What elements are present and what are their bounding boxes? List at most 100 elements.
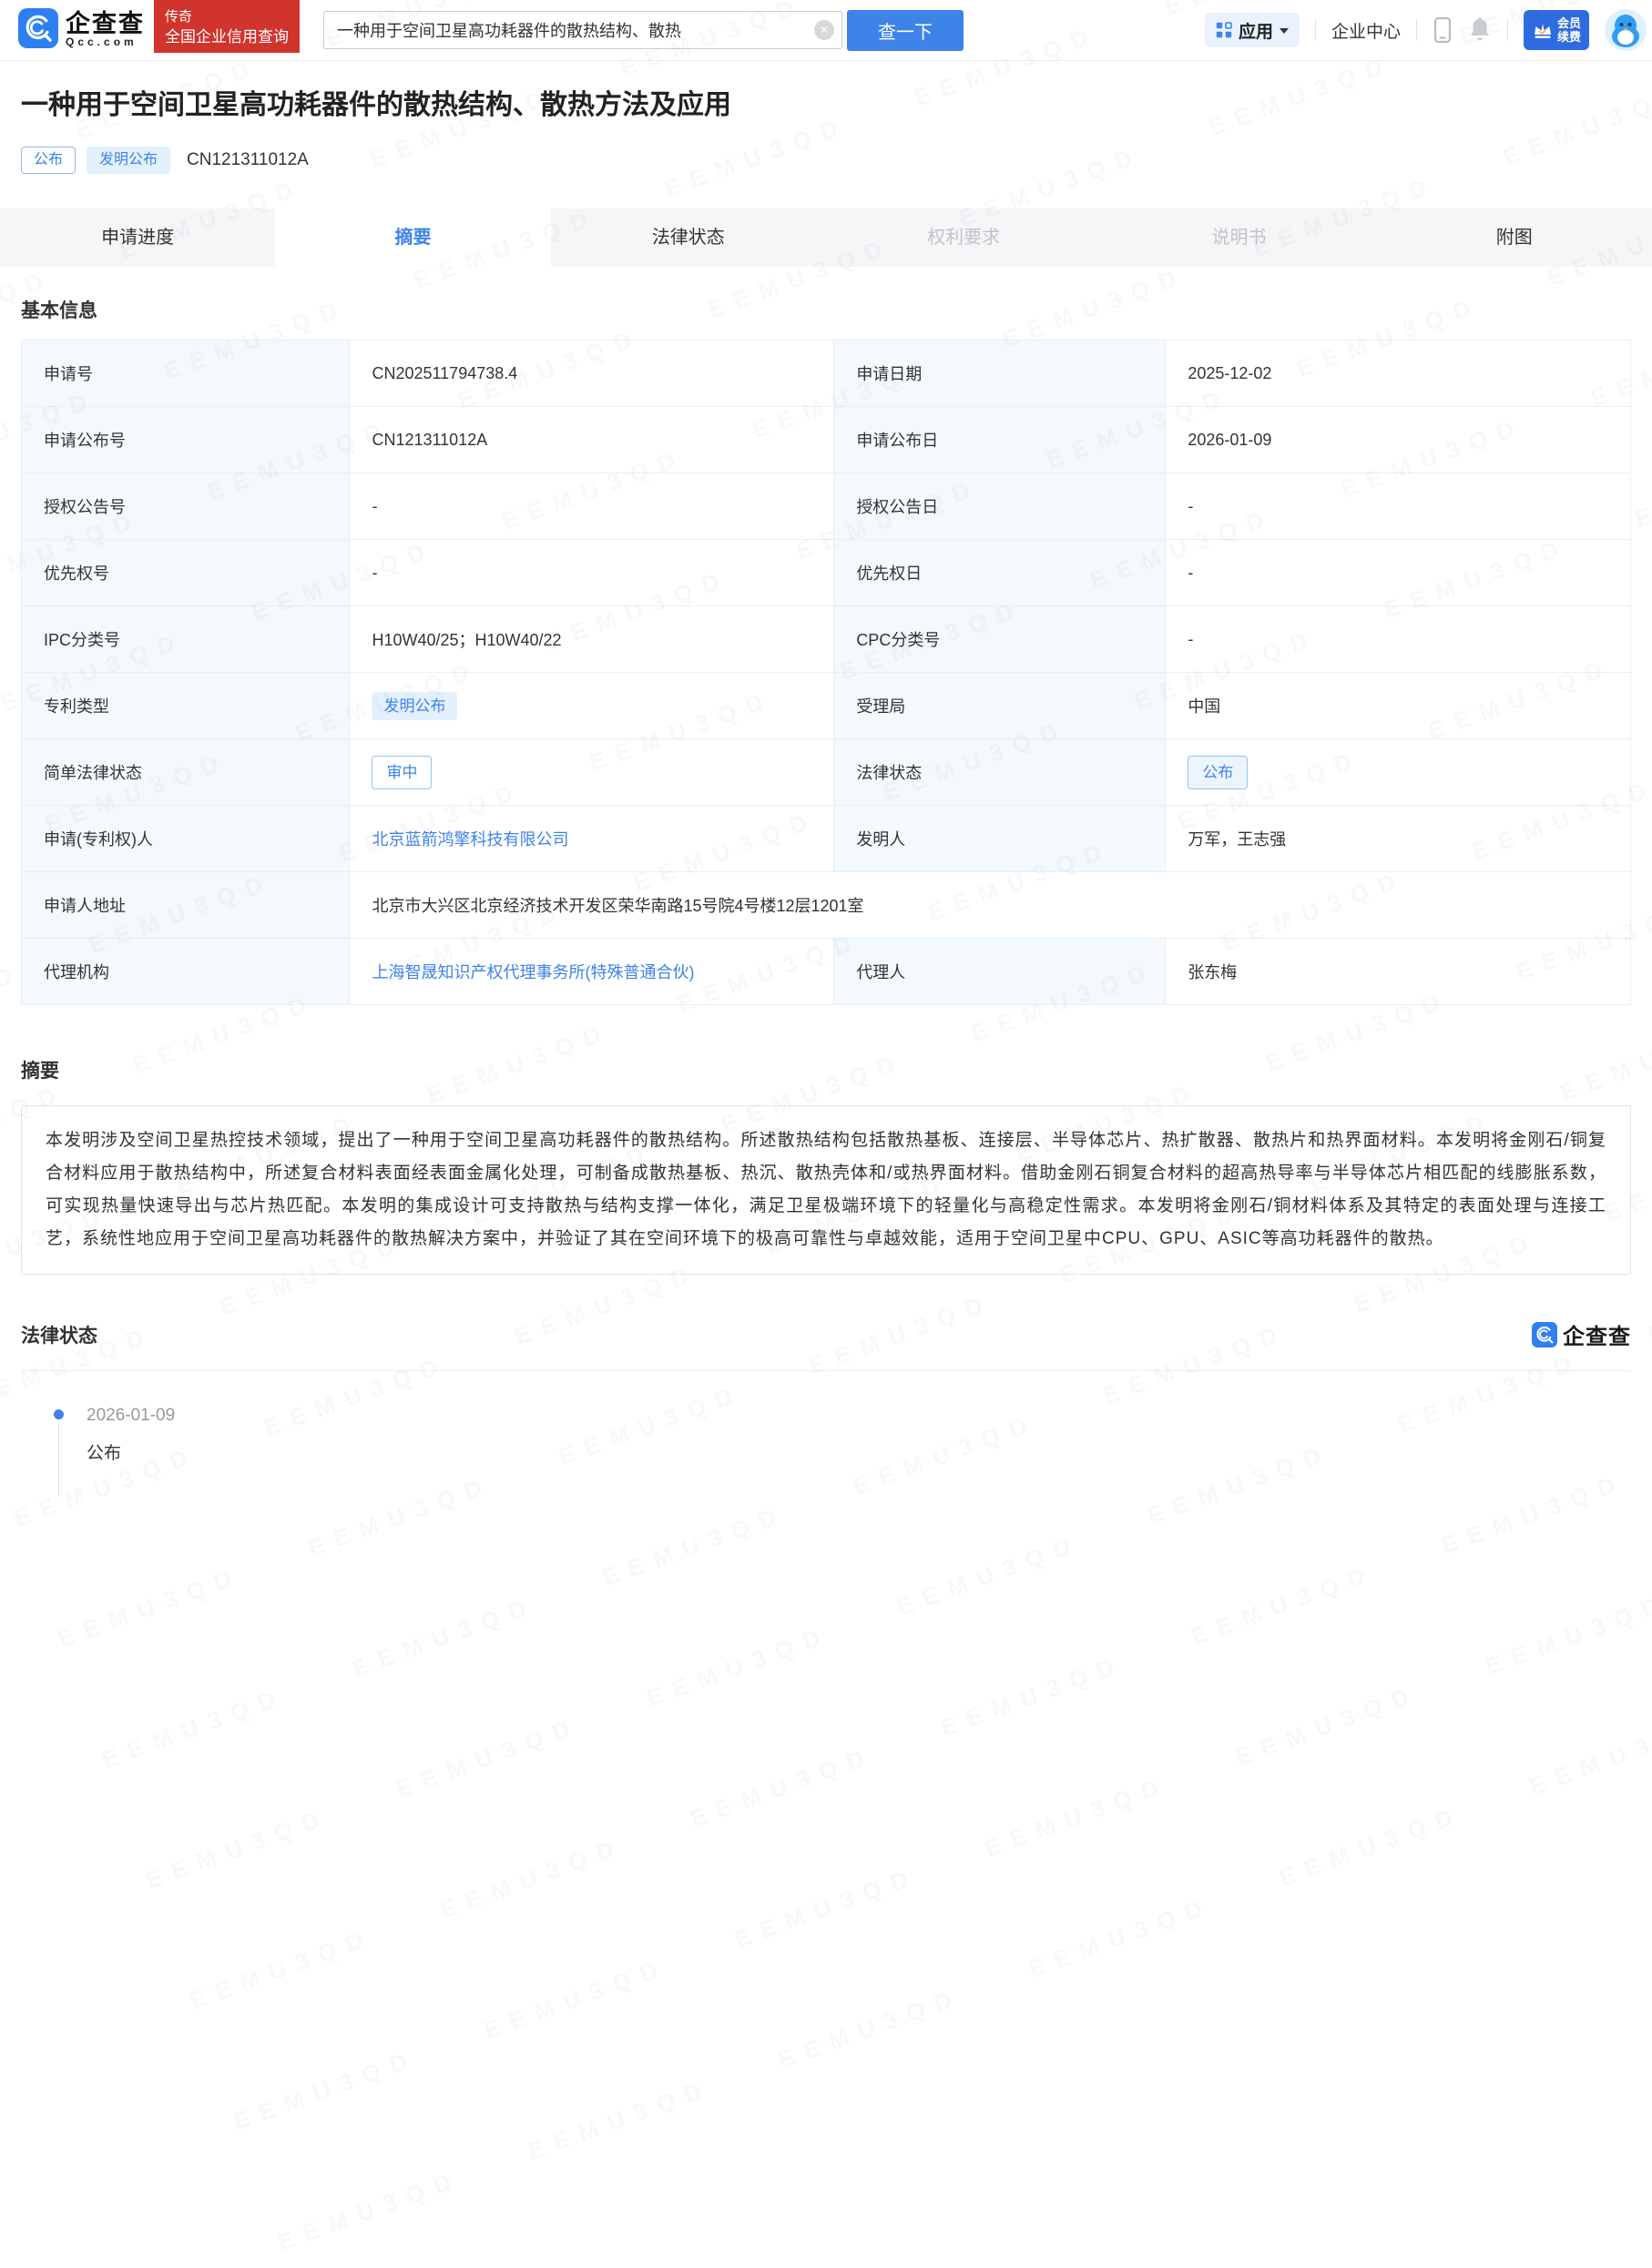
- tab-description[interactable]: 说明书: [1101, 208, 1377, 267]
- mobile-app-icon[interactable]: [1433, 16, 1453, 44]
- info-label: 授权公告日: [833, 473, 1167, 540]
- qcc-watermark-text: 企查查: [1563, 1325, 1631, 1349]
- tab-claims[interactable]: 权利要求: [825, 208, 1102, 267]
- notification-bell-icon[interactable]: [1468, 16, 1492, 44]
- tab-application-progress[interactable]: 申请进度: [0, 208, 276, 267]
- info-label: 申请(专利权)人: [20, 805, 351, 872]
- table-row: 申请号 CN202511794738.4 申请日期 2025-12-02: [20, 340, 1631, 407]
- info-value: 万军，王志强: [1165, 805, 1631, 872]
- page-content: 一种用于空间卫星高功耗器件的散热结构、散热方法及应用 公布 发明公布 CN121…: [0, 88, 1652, 1497]
- promo-line2: 全国企业信用查询: [165, 27, 289, 46]
- header-right-nav: 应用 企业中心 会员 续费: [1204, 9, 1652, 51]
- applicant-link[interactable]: 北京蓝箭鸿擎科技有限公司: [372, 830, 568, 849]
- info-value: H10W40/25；H10W40/22: [349, 605, 835, 673]
- divider: [1506, 19, 1508, 41]
- info-value: 中国: [1165, 672, 1631, 739]
- section-title-abstract: 摘要: [21, 1061, 59, 1082]
- table-row: 优先权号 - 优先权日 -: [20, 539, 1631, 606]
- search-button[interactable]: 查一下: [847, 9, 964, 51]
- info-label: 申请号: [20, 340, 351, 407]
- promo-line1: 传奇: [165, 8, 193, 25]
- info-value: 2026-01-09: [1165, 406, 1631, 473]
- info-value: 张东梅: [1165, 938, 1631, 1005]
- info-label: 优先权日: [833, 539, 1167, 606]
- info-value: 发明公布: [349, 672, 835, 739]
- vip-renew-button[interactable]: 会员 续费: [1523, 10, 1589, 50]
- info-value: 公布: [1165, 738, 1631, 806]
- search-input[interactable]: [323, 11, 842, 49]
- top-header: 企查查 Qcc.com 传奇 全国企业信用查询 ✕ 查一下 应用 企业中心: [0, 0, 1652, 61]
- info-value: CN121311012A: [349, 406, 835, 473]
- vip-label-line2: 续费: [1556, 30, 1581, 44]
- crown-icon: [1532, 19, 1554, 41]
- patent-type-tag: 发明公布: [372, 691, 458, 720]
- info-value: -: [1165, 473, 1631, 540]
- table-row: 授权公告号 - 授权公告日 -: [20, 473, 1631, 540]
- header-logo[interactable]: 企查查 Qcc.com: [18, 7, 145, 53]
- abstract-box: 本发明涉及空间卫星热控技术领域，提出了一种用于空间卫星高功耗器件的散热结构。所述…: [21, 1105, 1631, 1275]
- info-value: 2025-12-02: [1165, 340, 1631, 407]
- caret-down-icon: [1279, 28, 1289, 34]
- divider: [1314, 19, 1316, 41]
- info-value: -: [1165, 539, 1631, 606]
- info-label: 授权公告号: [20, 473, 351, 540]
- brand-domain: Qcc.com: [66, 36, 138, 48]
- tab-abstract[interactable]: 摘要: [275, 208, 551, 267]
- patent-title: 一种用于空间卫星高功耗器件的散热结构、散热方法及应用: [21, 90, 731, 120]
- table-row: 申请(专利权)人 北京蓝箭鸿擎科技有限公司 发明人 万军，王志强: [20, 805, 1631, 872]
- tab-legal-status[interactable]: 法律状态: [550, 208, 826, 267]
- table-row: 代理机构 上海智晟知识产权代理事务所(特殊普通合伙) 代理人 张东梅: [20, 938, 1631, 1005]
- apps-grid-icon: [1216, 22, 1232, 38]
- timeline-date: 2026-01-09: [87, 1406, 176, 1425]
- publication-number: CN121311012A: [187, 150, 309, 169]
- info-label: 专利类型: [20, 672, 351, 739]
- info-label: IPC分类号: [20, 605, 351, 673]
- info-value: CN202511794738.4: [349, 340, 835, 407]
- invention-publish-badge: 发明公布: [87, 147, 171, 174]
- enterprise-center-link[interactable]: 企业中心: [1331, 18, 1401, 43]
- info-value: 上海智晟知识产权代理事务所(特殊普通合伙): [349, 938, 835, 1005]
- info-label: 发明人: [833, 805, 1167, 872]
- abstract-text: 本发明涉及空间卫星热控技术领域，提出了一种用于空间卫星高功耗器件的散热结构。所述…: [46, 1131, 1606, 1248]
- table-row: IPC分类号 H10W40/25；H10W40/22 CPC分类号 -: [20, 605, 1631, 673]
- info-value: 北京市大兴区北京经济技术开发区荣华南路15号院4号楼12层1201室: [349, 871, 1631, 939]
- section-title-legal-status: 法律状态: [21, 1325, 97, 1347]
- info-label: 申请公布号: [20, 406, 351, 473]
- tab-figures[interactable]: 附图: [1376, 208, 1652, 267]
- apps-menu[interactable]: 应用: [1204, 13, 1300, 47]
- timeline-status: 公布: [87, 1444, 122, 1463]
- timeline-dot: [54, 1409, 64, 1419]
- divider: [1415, 19, 1417, 41]
- info-label: 受理局: [833, 672, 1167, 739]
- info-label: 简单法律状态: [20, 738, 351, 806]
- apps-label: 应用: [1238, 22, 1273, 42]
- legal-status-header: 法律状态 企查查: [21, 1318, 1631, 1350]
- info-value: -: [349, 473, 835, 540]
- table-row: 申请公布号 CN121311012A 申请公布日 2026-01-09: [20, 406, 1631, 473]
- publish-badge: 公布: [21, 147, 76, 174]
- qcc-logo-icon: [18, 7, 58, 53]
- info-label: 代理机构: [20, 938, 351, 1005]
- simple-legal-status-tag: 审中: [372, 755, 433, 789]
- info-label: 申请日期: [833, 340, 1167, 407]
- info-value: -: [1165, 605, 1631, 673]
- info-label: 优先权号: [20, 539, 351, 606]
- info-value: 审中: [349, 738, 835, 806]
- timeline-line: [58, 1424, 59, 1497]
- tab-bar: 申请进度 摘要 法律状态 权利要求 说明书 附图: [0, 208, 1652, 267]
- info-value: 北京蓝箭鸿擎科技有限公司: [349, 805, 835, 872]
- qcc-logo-icon: [1532, 1321, 1557, 1348]
- section-title-basic-info: 基本信息: [21, 300, 97, 321]
- qcc-watermark-logo: 企查查: [1532, 1318, 1631, 1350]
- brand-name: 企查查: [66, 10, 145, 37]
- legal-status-panel: 2026-01-09 公布: [21, 1370, 1631, 1497]
- search-box: ✕: [323, 11, 842, 49]
- legal-status-tag: 公布: [1188, 755, 1249, 789]
- clear-icon[interactable]: ✕: [814, 20, 834, 40]
- basic-info-table: 申请号 CN202511794738.4 申请日期 2025-12-02 申请公布号 CN…: [20, 340, 1631, 1005]
- vip-label-line1: 会员: [1556, 16, 1581, 30]
- user-avatar[interactable]: [1605, 9, 1647, 51]
- table-row: 专利类型 发明公布 受理局 中国: [20, 672, 1631, 739]
- agency-link[interactable]: 上海智晟知识产权代理事务所(特殊普通合伙): [372, 963, 694, 981]
- info-label: 申请公布日: [833, 406, 1167, 473]
